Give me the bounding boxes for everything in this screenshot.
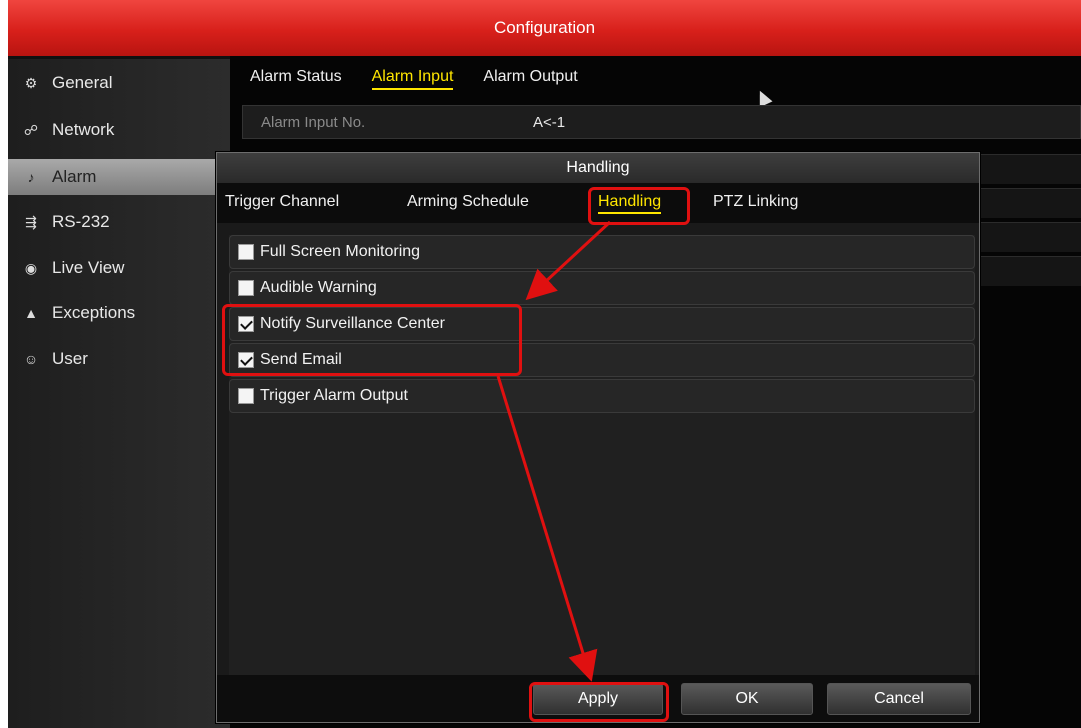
arrow-options-to-apply xyxy=(496,375,598,682)
annotation-arrows xyxy=(496,220,612,682)
screen: Configuration ⚙ General ☍ Network ♪ Alar… xyxy=(0,0,1081,728)
arrow-handling-to-options xyxy=(525,220,612,301)
